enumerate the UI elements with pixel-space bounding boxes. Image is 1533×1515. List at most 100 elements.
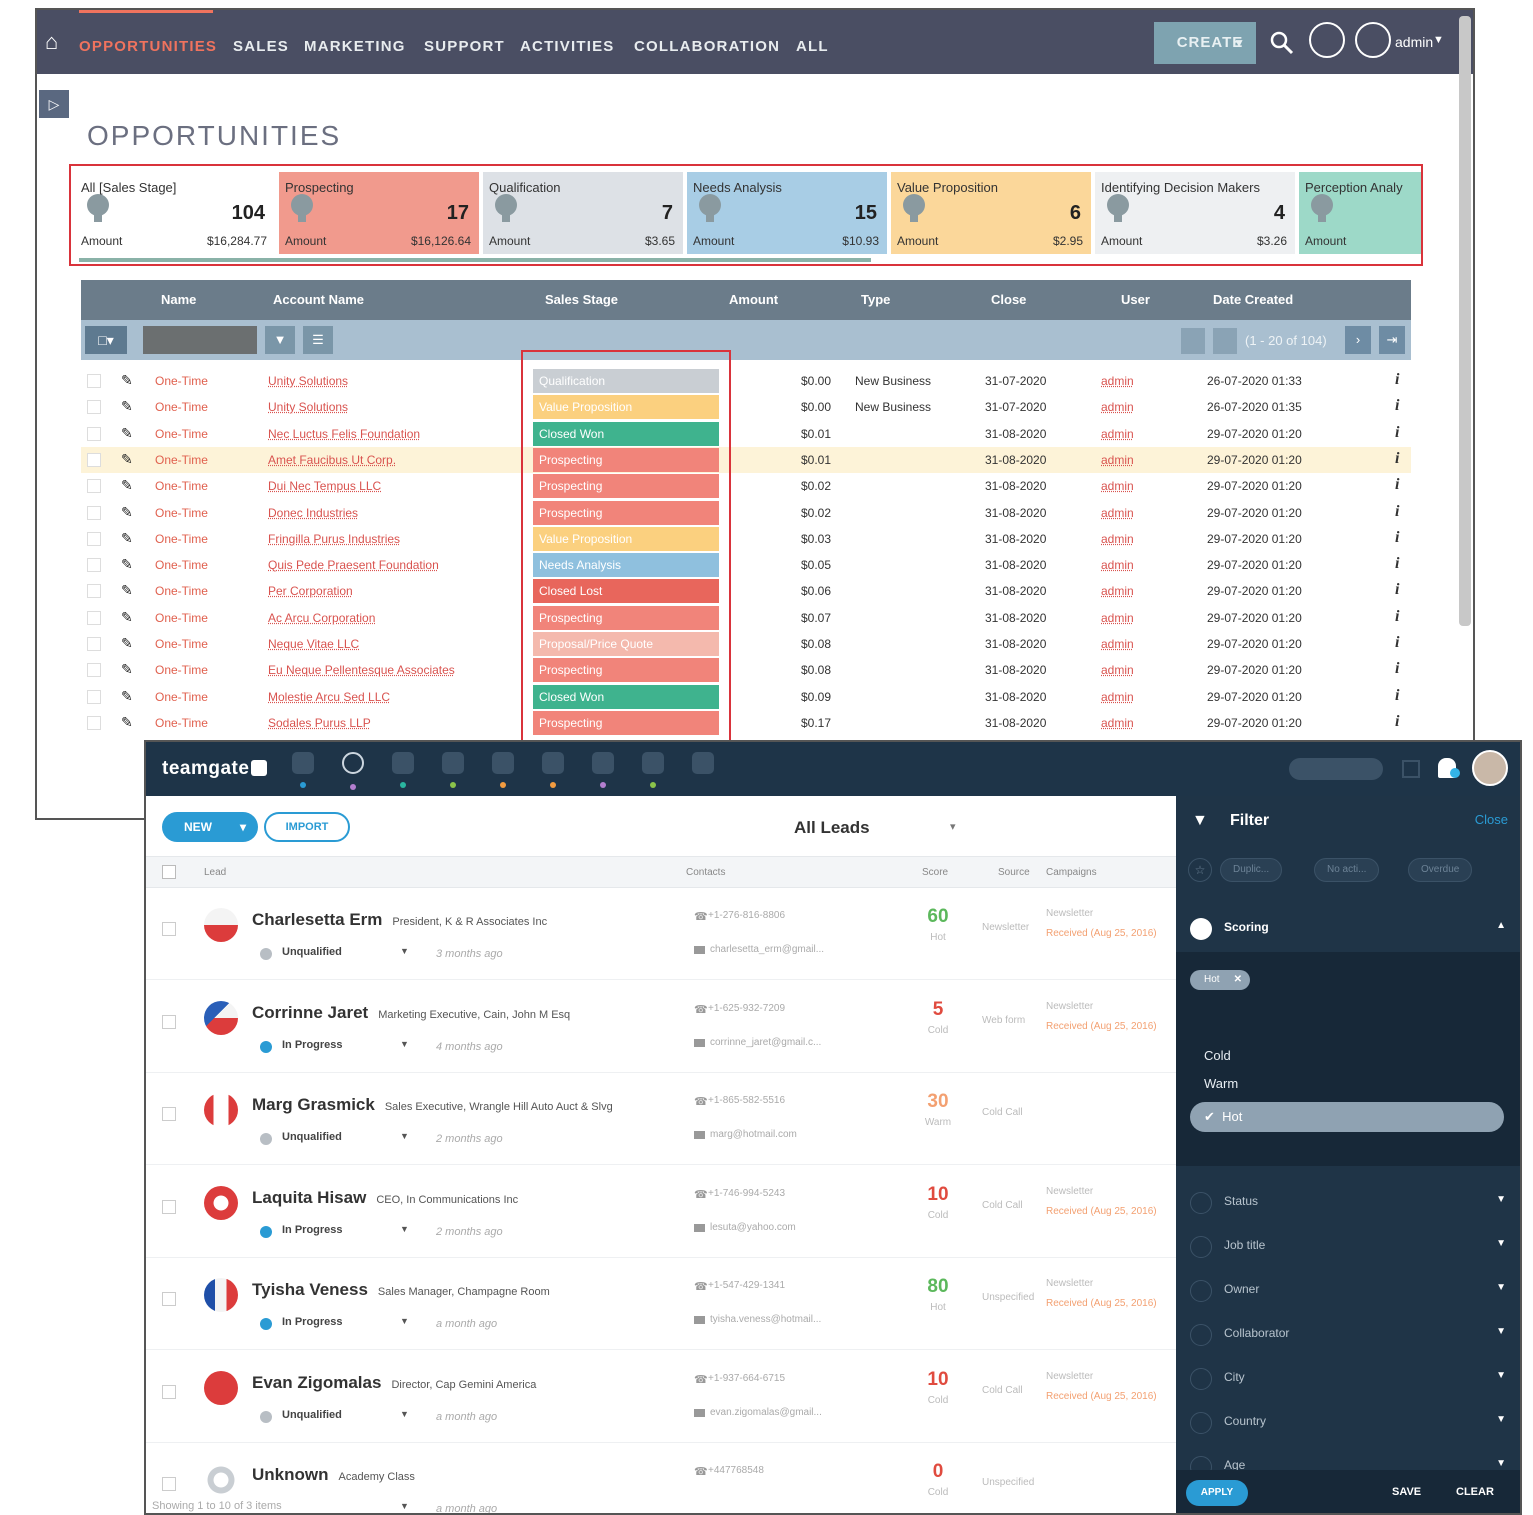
nav-sales[interactable]: SALES [233, 38, 289, 55]
account-name-link[interactable]: Neque Vitae LLC [268, 637, 359, 651]
filter-icon[interactable]: ▼ [265, 326, 295, 354]
chevron-down-icon[interactable]: ▼ [400, 1409, 409, 1419]
opportunity-name-link[interactable]: One-Time [155, 690, 208, 704]
lead-name[interactable]: Charlesetta Erm President, K & R Associat… [252, 910, 547, 930]
user-link[interactable]: admin [1101, 506, 1134, 520]
status-dropdown[interactable]: Unqualified [282, 946, 342, 958]
edit-pencil-icon[interactable]: ✎ [121, 556, 133, 573]
filter-section-status[interactable]: Status ▼ [1176, 1182, 1520, 1226]
column-header-date-created[interactable]: Date Created [1213, 292, 1293, 307]
row-checkbox[interactable] [87, 637, 101, 651]
edit-pencil-icon[interactable]: ✎ [121, 661, 133, 678]
filter-close-link[interactable]: Close [1475, 812, 1508, 827]
first-page-button[interactable] [1181, 328, 1205, 354]
favorite-star-icon[interactable]: ☆ [1188, 858, 1212, 882]
new-lead-button[interactable]: NEW ▾ [162, 812, 258, 842]
nav-activities[interactable]: ACTIVITIES [520, 38, 615, 55]
account-name-link[interactable]: Amet Faucibus Ut Corp. [268, 453, 396, 467]
account-name-link[interactable]: Quis Pede Praesent Foundation [268, 558, 439, 572]
remove-chip-icon[interactable]: ✕ [1234, 970, 1242, 990]
info-icon[interactable]: i [1395, 608, 1399, 626]
column-header-close[interactable]: Close [991, 292, 1026, 307]
info-icon[interactable]: i [1395, 424, 1399, 442]
previous-page-button[interactable] [1213, 328, 1237, 354]
row-checkbox[interactable] [87, 663, 101, 678]
info-icon[interactable]: i [1395, 371, 1399, 389]
lead-name[interactable]: Unknown Academy Class [252, 1465, 415, 1485]
info-icon[interactable]: i [1395, 581, 1399, 599]
phone-number[interactable]: +1-625-932-7209 [708, 1003, 785, 1014]
user-link[interactable]: admin [1101, 479, 1134, 493]
edit-pencil-icon[interactable]: ✎ [121, 398, 133, 415]
status-dropdown[interactable]: Unqualified [282, 1131, 342, 1143]
last-page-button[interactable]: ⇥ [1379, 326, 1405, 354]
lead-row[interactable]: Laquita Hisaw CEO, In Communications Inc I… [146, 1166, 1176, 1258]
bulk-select-dropdown[interactable]: □▾ [85, 326, 127, 354]
quick-filter-overdue[interactable]: Overdue [1408, 858, 1473, 882]
column-header-user[interactable]: User [1121, 292, 1150, 307]
row-checkbox[interactable] [87, 479, 101, 494]
row-checkbox[interactable] [87, 374, 101, 388]
option-cold[interactable]: Cold [1204, 1048, 1231, 1063]
stage-card-7[interactable]: Perception Analy Amount [1299, 172, 1421, 254]
lead-row[interactable]: Charlesetta Erm President, K & R Associat… [146, 888, 1176, 980]
user-avatar-icon[interactable] [1355, 22, 1391, 58]
row-checkbox[interactable] [87, 531, 101, 546]
user-link[interactable]: admin [1101, 374, 1134, 388]
filter-section-owner[interactable]: Owner ▼ [1176, 1270, 1520, 1314]
edit-pencil-icon[interactable]: ✎ [121, 477, 133, 494]
row-checkbox[interactable] [87, 505, 101, 520]
status-dropdown[interactable]: In Progress [282, 1039, 343, 1051]
info-icon[interactable]: i [1395, 476, 1399, 494]
row-checkbox[interactable] [162, 1014, 176, 1029]
row-checkbox[interactable] [162, 1384, 176, 1399]
lead-name[interactable]: Tyisha Veness Sales Manager, Champagne Ro… [252, 1280, 550, 1300]
row-checkbox[interactable] [87, 610, 101, 625]
edit-pencil-icon[interactable]: ✎ [121, 609, 133, 626]
create-button[interactable]: CREATE ▼ [1154, 22, 1256, 64]
row-checkbox[interactable] [87, 689, 101, 704]
sidebar-toggle-icon[interactable]: ▷ [39, 90, 69, 118]
row-checkbox[interactable] [162, 1199, 176, 1214]
edit-pencil-icon[interactable]: ✎ [121, 372, 133, 389]
user-link[interactable]: admin [1101, 611, 1134, 625]
edit-pencil-icon[interactable]: ✎ [121, 688, 133, 705]
phone-number[interactable]: +1-746-994-5243 [708, 1188, 785, 1199]
global-search-input[interactable] [1289, 758, 1383, 780]
info-icon[interactable]: i [1395, 397, 1399, 415]
nav-opportunities[interactable]: OPPORTUNITIES [79, 38, 217, 55]
filter-section-city[interactable]: City ▼ [1176, 1358, 1520, 1402]
edit-pencil-icon[interactable]: ✎ [121, 635, 133, 652]
tasks-icon[interactable] [592, 752, 614, 788]
info-icon[interactable]: i [1395, 660, 1399, 678]
lead-row[interactable]: Corrinne Jaret Marketing Executive, Cain,… [146, 981, 1176, 1073]
account-name-link[interactable]: Donec Industries [268, 506, 358, 520]
email-address[interactable]: evan.zigomalas@gmail... [710, 1407, 822, 1418]
option-hot[interactable]: ✔ Hot [1190, 1102, 1504, 1132]
stage-card-3[interactable]: Qualification 7 Amount $3.65 [483, 172, 683, 254]
user-link[interactable]: admin [1101, 584, 1134, 598]
opportunity-name-link[interactable]: One-Time [155, 400, 208, 414]
opportunity-name-link[interactable]: One-Time [155, 716, 208, 730]
save-button[interactable]: SAVE [1392, 1486, 1421, 1498]
user-link[interactable]: admin [1101, 532, 1134, 546]
quick-filter-input[interactable] [143, 326, 257, 354]
filter-section-country[interactable]: Country ▼ [1176, 1402, 1520, 1446]
opportunity-name-link[interactable]: One-Time [155, 558, 208, 572]
row-checkbox[interactable] [162, 1292, 176, 1306]
chevron-down-icon[interactable]: ▼ [400, 1224, 409, 1234]
select-all-checkbox[interactable] [162, 865, 176, 879]
notification-bell-icon[interactable] [1309, 22, 1345, 58]
row-checkbox[interactable] [87, 400, 101, 415]
lead-row[interactable]: Unknown Academy Class ▼ a month ago ☎ +447768… [146, 1443, 1176, 1513]
account-name-link[interactable]: Unity Solutions [268, 400, 348, 414]
opportunity-name-link[interactable]: One-Time [155, 453, 208, 467]
info-icon[interactable]: i [1395, 634, 1399, 652]
lead-row[interactable]: Evan Zigomalas Director, Cap Gemini Ameri… [146, 1351, 1176, 1443]
row-checkbox[interactable] [87, 452, 101, 467]
chevron-down-icon[interactable]: ▼ [400, 946, 409, 956]
row-checkbox[interactable] [162, 922, 176, 936]
option-warm[interactable]: Warm [1204, 1076, 1238, 1091]
email-address[interactable]: lesuta@yahoo.com [710, 1222, 796, 1233]
edit-pencil-icon[interactable]: ✎ [121, 714, 133, 731]
